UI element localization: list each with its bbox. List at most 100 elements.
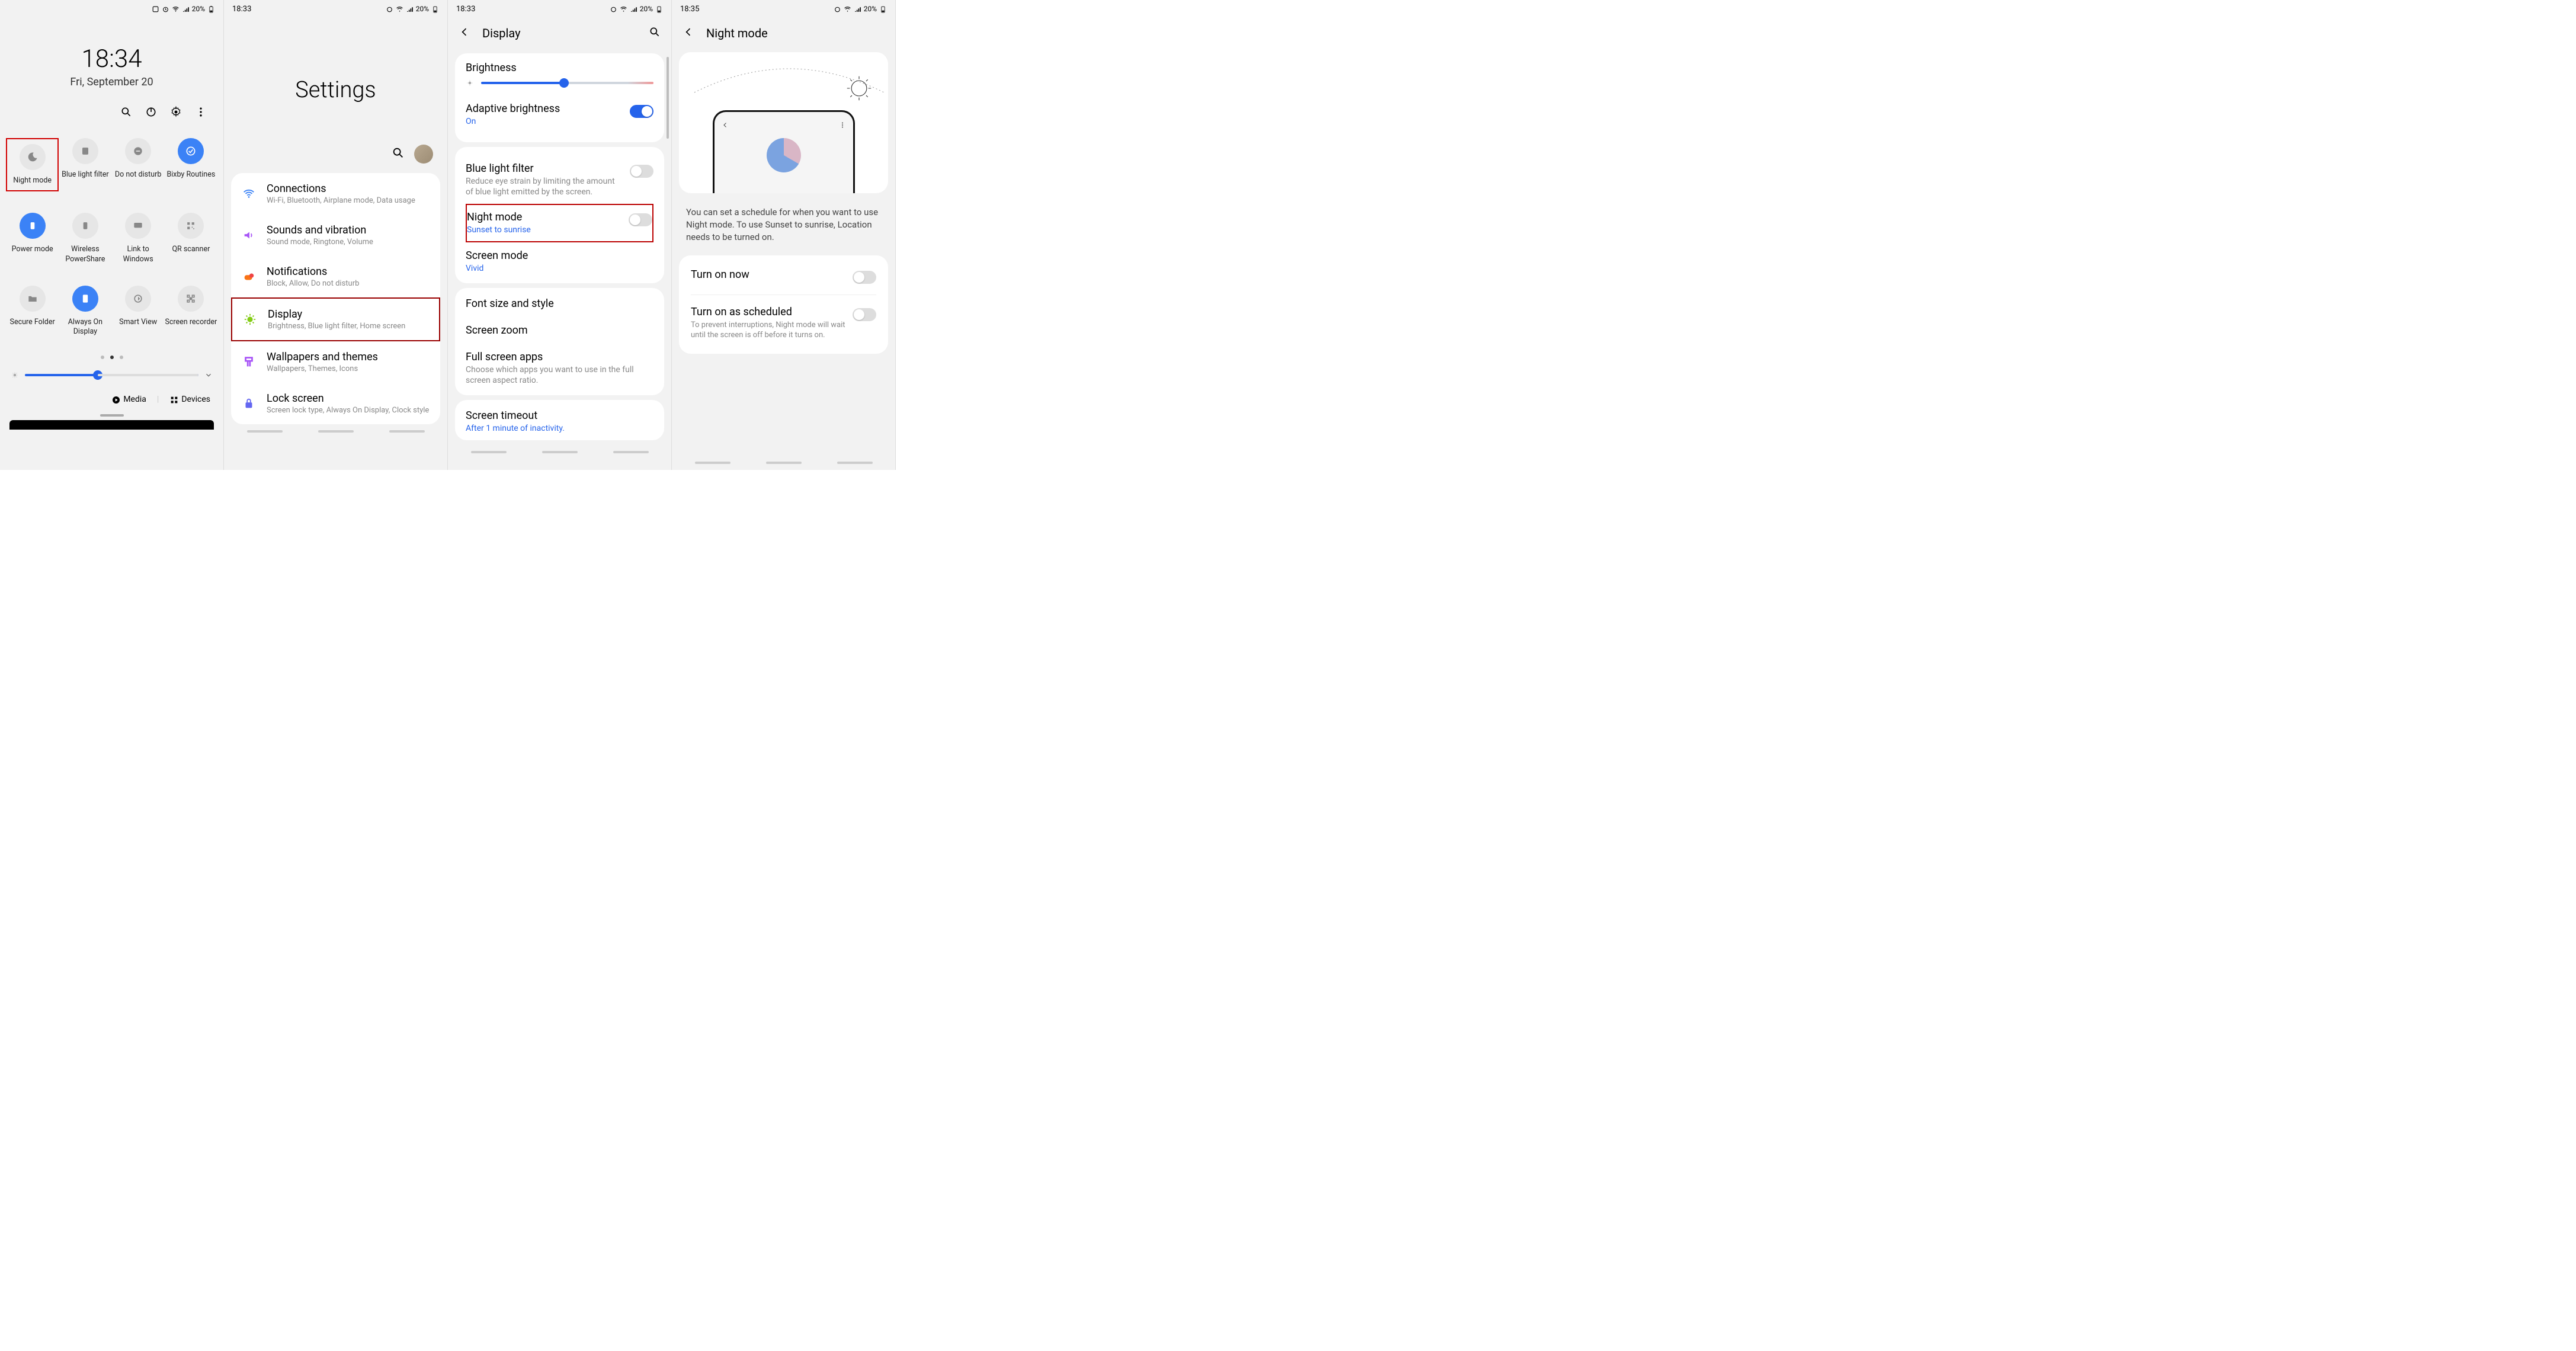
bluelight-toggle[interactable]: [630, 165, 653, 178]
tile-night-mode[interactable]: Night mode: [6, 138, 59, 191]
tile-bixby[interactable]: Bixby Routines: [165, 138, 217, 191]
account-avatar[interactable]: [414, 145, 433, 164]
chevron-down-icon[interactable]: [204, 371, 213, 379]
signal-icon: [630, 5, 637, 13]
tile-qr[interactable]: QR scanner: [165, 213, 217, 264]
quick-settings-grid: Night mode Blue light filter Do not dist…: [0, 138, 223, 337]
search-icon[interactable]: [649, 26, 661, 40]
aod-icon: [72, 286, 98, 312]
status-bar: 18:33 20%: [448, 0, 671, 18]
bluelight-icon: [72, 138, 98, 164]
powershare-icon: [72, 213, 98, 239]
status-bar: 18:33 20%: [224, 0, 447, 18]
tile-link-windows[interactable]: Link to Windows: [112, 213, 165, 264]
devices-button[interactable]: Devices: [169, 395, 210, 404]
nfc-icon: [152, 5, 159, 13]
settings-title: Settings: [224, 77, 447, 103]
font-row[interactable]: Font size and style: [466, 290, 653, 317]
fullscreen-row[interactable]: Full screen apps Choose which apps you w…: [466, 344, 653, 393]
tile-recorder[interactable]: Screen recorder: [165, 286, 217, 337]
header-title: Night mode: [706, 26, 885, 40]
search-icon[interactable]: [392, 146, 405, 162]
quick-panel-screen: 20% 18:34 Fri, September 20 Night mode B…: [0, 0, 224, 470]
night-mode-row[interactable]: Night modeSunset to sunrise: [466, 204, 653, 242]
panel-date: Fri, September 20: [0, 76, 223, 88]
wifi-icon: [620, 5, 627, 13]
wifi-icon: [844, 5, 851, 13]
alarm-icon: [162, 5, 169, 13]
smartview-icon: [125, 286, 151, 312]
power-icon[interactable]: [145, 106, 157, 120]
tile-blue-light[interactable]: Blue light filter: [59, 138, 111, 191]
zoom-row[interactable]: Screen zoom: [466, 317, 653, 344]
display-header: Display: [448, 18, 671, 49]
scheduled-row[interactable]: Turn on as scheduled To prevent interrup…: [691, 294, 876, 351]
bluelight-row[interactable]: Blue light filterReduce eye strain by li…: [466, 155, 653, 204]
adaptive-brightness-row[interactable]: Adaptive brightnessOn: [466, 95, 653, 134]
alarm-icon: [834, 5, 841, 13]
brightness-slider[interactable]: [481, 82, 653, 84]
signal-icon: [854, 5, 861, 13]
signal-icon: [406, 5, 414, 13]
tile-power-mode[interactable]: Power mode: [6, 213, 59, 264]
screen-mode-row[interactable]: Screen mode Vivid: [466, 242, 653, 281]
status-icons: 20%: [152, 5, 215, 13]
brightness-slider-row: [0, 359, 223, 391]
nightmode-description: You can set a schedule for when you want…: [672, 197, 895, 253]
status-time: 18:33: [232, 5, 251, 14]
status-time: 18:33: [456, 5, 475, 14]
sound-icon: [242, 228, 256, 242]
battery-icon: [879, 5, 887, 13]
link-windows-icon: [125, 213, 151, 239]
tile-powershare[interactable]: Wireless PowerShare: [59, 213, 111, 264]
settings-item-display[interactable]: DisplayBrightness, Blue light filter, Ho…: [231, 297, 440, 341]
tile-dnd[interactable]: Do not disturb: [112, 138, 165, 191]
more-icon[interactable]: [195, 106, 207, 120]
settings-screen: 18:33 20% Settings ConnectionsWi-Fi, Blu…: [224, 0, 448, 470]
media-button[interactable]: Media: [111, 395, 146, 404]
pie-illustration: [767, 138, 801, 172]
search-icon[interactable]: [120, 106, 132, 120]
qr-icon: [178, 213, 204, 239]
display-icon: [243, 312, 257, 326]
illustration-card: [679, 52, 888, 193]
wifi-icon: [172, 5, 180, 13]
status-icons: 20%: [386, 5, 439, 13]
nav-handle[interactable]: [0, 414, 223, 417]
scheduled-toggle[interactable]: [853, 308, 876, 321]
turn-on-now-toggle[interactable]: [853, 271, 876, 284]
settings-item-sounds[interactable]: Sounds and vibrationSound mode, Ringtone…: [231, 215, 440, 256]
nav-bar[interactable]: [448, 445, 671, 459]
turn-on-now-row[interactable]: Turn on now: [691, 258, 876, 294]
settings-item-notifications[interactable]: NotificationsBlock, Allow, Do not distur…: [231, 256, 440, 297]
tile-aod[interactable]: Always On Display: [59, 286, 111, 337]
back-icon[interactable]: [459, 26, 470, 40]
battery-pct: 20%: [192, 5, 205, 13]
settings-item-lockscreen[interactable]: Lock screenScreen lock type, Always On D…: [231, 383, 440, 424]
settings-item-wallpapers[interactable]: Wallpapers and themesWallpapers, Themes,…: [231, 341, 440, 383]
recorder-icon: [178, 286, 204, 312]
night-mode-toggle[interactable]: [629, 213, 652, 226]
settings-icon[interactable]: [170, 106, 182, 120]
brightness-card: Brightness Adaptive brightnessOn: [455, 53, 664, 142]
brightness-slider[interactable]: [25, 374, 198, 376]
settings-item-connections[interactable]: ConnectionsWi-Fi, Bluetooth, Airplane mo…: [231, 173, 440, 215]
nav-bar[interactable]: [672, 456, 895, 470]
timeout-card: Screen timeout After 1 minute of inactiv…: [455, 400, 664, 440]
panel-bottom-row: Media | Devices: [0, 391, 223, 414]
alarm-icon: [610, 5, 617, 13]
adaptive-toggle[interactable]: [630, 105, 653, 118]
brightness-dim-icon: [466, 79, 474, 87]
timeout-row[interactable]: Screen timeout After 1 minute of inactiv…: [466, 406, 653, 437]
play-icon: [111, 395, 121, 405]
status-bar: 20%: [0, 0, 223, 18]
nightmode-options: Turn on now Turn on as scheduled To prev…: [679, 255, 888, 354]
panel-action-row: [0, 88, 223, 132]
back-icon[interactable]: [683, 26, 694, 40]
tile-secure-folder[interactable]: Secure Folder: [6, 286, 59, 337]
nav-bar[interactable]: [224, 424, 447, 438]
folder-icon: [20, 286, 46, 312]
tile-smartview[interactable]: Smart View: [112, 286, 165, 337]
status-bar: 18:35 20%: [672, 0, 895, 18]
settings-list: ConnectionsWi-Fi, Bluetooth, Airplane mo…: [231, 173, 440, 424]
